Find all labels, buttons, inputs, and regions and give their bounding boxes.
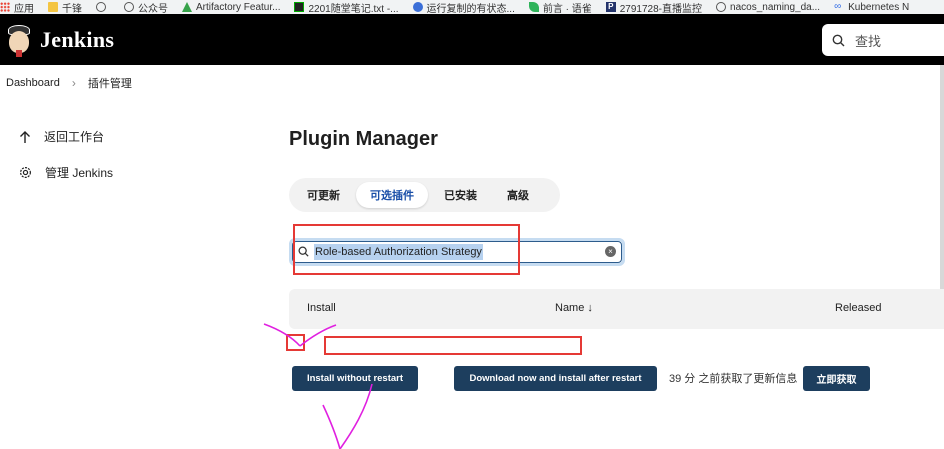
bookmark-globe[interactable] [96,2,110,12]
annotation-box-search [293,224,520,275]
bookmark-kubernetes[interactable]: ∞ Kubernetes N [834,2,909,13]
table-header: Install Name ↓ Released [289,289,944,329]
install-checkbox[interactable] [286,334,305,351]
breadcrumb-dashboard[interactable]: Dashboard [6,77,60,89]
brand-title[interactable]: Jenkins [40,27,114,53]
bookmarks-bar: 应用 千锋 公众号 Artifactory Featur... 2201随堂笔记… [0,0,944,14]
column-released[interactable]: Released [835,302,881,314]
chevron-right-icon: › [71,75,76,90]
column-install[interactable]: Install [307,302,336,314]
tab-installed[interactable]: 已安装 [430,182,491,208]
sidebar-item-label: 管理 Jenkins [45,166,114,180]
scrollbar[interactable] [940,65,944,325]
apps-grid-icon [0,2,10,12]
tab-updates[interactable]: 可更新 [293,182,354,208]
clear-icon[interactable]: × [605,246,616,257]
bookmark-nacos[interactable]: nacos_naming_da... [716,2,820,13]
update-info-text: 39 分 之前获取了更新信息 [669,373,798,385]
bookmark-apps[interactable]: 应用 [0,0,34,14]
annotation-box-plugin-row [324,336,582,355]
page-title: Plugin Manager [289,128,438,150]
bookmark-statefulset[interactable]: 运行复制的有状态... [412,0,515,14]
folder-icon [48,2,58,12]
bookmark-gongzhonghao[interactable]: 公众号 [124,0,168,14]
install-without-restart-button[interactable]: Install without restart [292,366,418,391]
bookmark-yuque[interactable]: 前言 · 语雀 [528,0,592,14]
p-icon: P [605,2,616,12]
page-header: Jenkins 查找 [0,14,944,65]
globe-icon [96,2,106,12]
download-install-after-restart-button[interactable]: Download now and install after restart [454,366,657,391]
tab-available[interactable]: 可选插件 [356,182,428,208]
column-name[interactable]: Name ↓ [555,302,593,314]
bookmark-live-monitor[interactable]: P 2791728-直播监控 [605,0,702,14]
plugin-tabs: 可更新 可选插件 已安装 高级 [289,178,560,212]
bookmark-notes[interactable]: 2201随堂笔记.txt -... [294,0,399,14]
sidebar-item-manage-jenkins[interactable]: 管理 Jenkins [18,164,113,181]
sidebar-item-label: 返回工作台 [44,130,105,144]
jenkins-logo-icon[interactable] [6,23,32,57]
search-input[interactable]: 查找 [855,31,881,50]
globe-icon [716,2,727,12]
kubernetes-icon: ∞ [834,1,842,12]
search-icon [832,34,845,46]
breadcrumb: Dashboard › 插件管理 [0,65,944,100]
search-box[interactable]: 查找 [822,24,944,56]
bookmark-qianfeng[interactable]: 千锋 [48,0,82,14]
bookmark-artifactory[interactable]: Artifactory Featur... [182,2,280,13]
arrow-up-icon [20,130,30,143]
kubernetes-icon [412,2,423,12]
breadcrumb-plugin-manager[interactable]: 插件管理 [88,75,132,91]
yuque-icon [528,2,539,12]
terminal-icon [294,2,305,12]
globe-icon [124,2,134,12]
artifactory-icon [182,2,192,12]
gear-icon [20,167,31,178]
tab-advanced[interactable]: 高级 [493,182,543,208]
sidebar-item-back-dashboard[interactable]: 返回工作台 [18,128,104,145]
fetch-now-button[interactable]: 立即获取 [803,366,870,391]
